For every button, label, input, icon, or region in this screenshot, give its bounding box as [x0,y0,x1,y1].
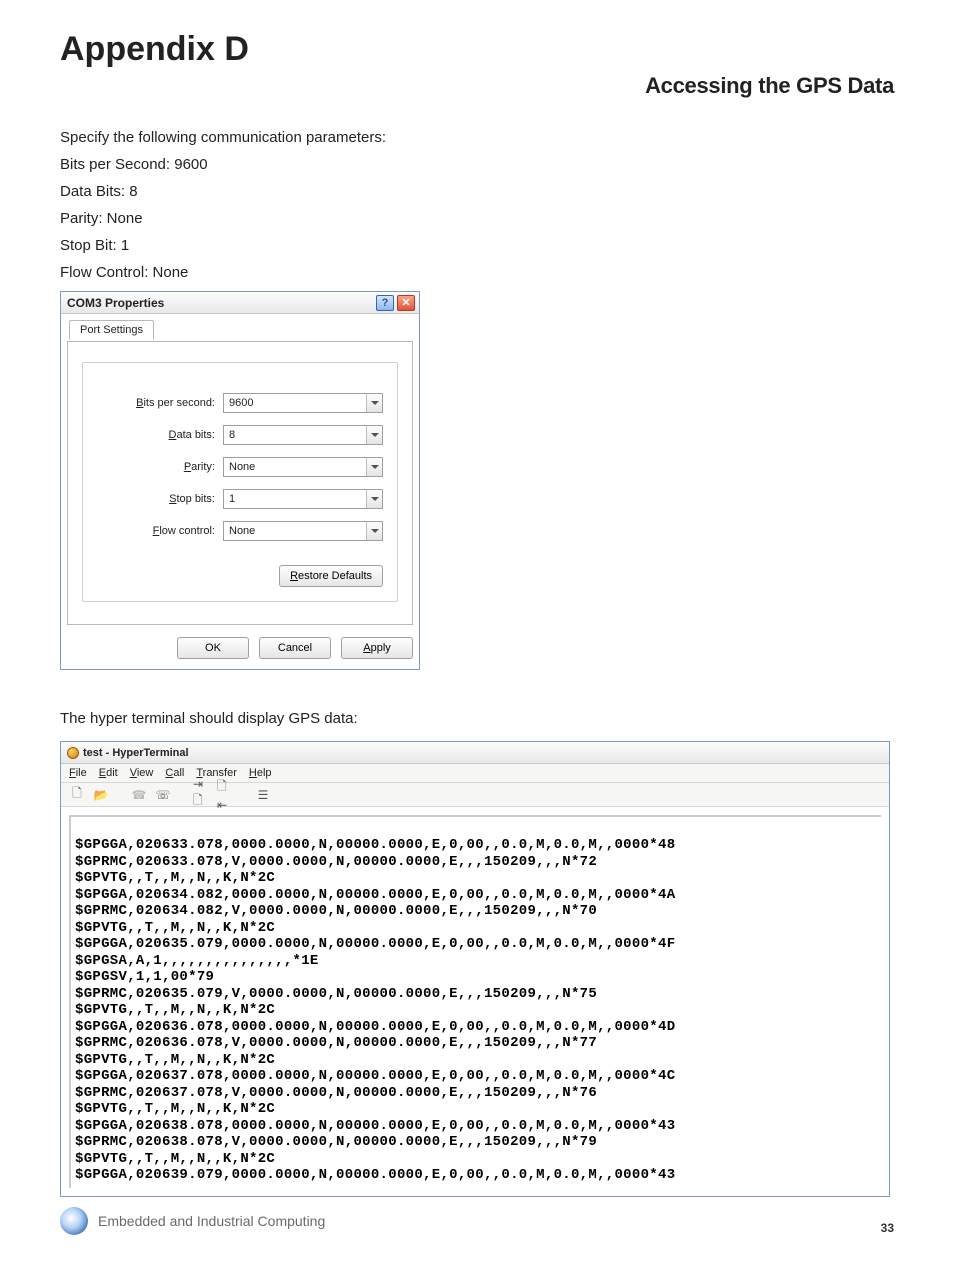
label-data-bits: Data bits: [169,429,215,441]
label-stop-bits: Stop bits: [169,493,215,505]
help-button[interactable]: ? [376,295,394,311]
stop-bits-value: 1 [224,493,366,505]
footer-text: Embedded and Industrial Computing [98,1213,325,1229]
terminal-output: $GPGGA,020633.078,0000.0000,N,00000.0000… [69,815,881,1188]
hyperterminal-icon [67,747,79,759]
close-button[interactable]: ✕ [397,295,415,311]
connect-icon[interactable]: ☎ [131,788,147,802]
page-title: Appendix D [60,30,894,69]
new-file-icon[interactable]: 🗋 [69,788,85,802]
chevron-down-icon [366,490,382,508]
dialog-title: COM3 Properties [65,296,164,310]
properties-icon[interactable]: ☰ [255,788,271,802]
footer-logo-icon [60,1207,88,1235]
ok-button[interactable]: OK [177,637,249,659]
page-footer: Embedded and Industrial Computing [60,1207,894,1235]
data-bits-select[interactable]: 8 [223,425,383,445]
page-number: 33 [881,1221,894,1235]
param-line: Parity: None [60,210,480,227]
stop-bits-select[interactable]: 1 [223,489,383,509]
apply-button[interactable]: Apply [341,637,413,659]
data-bits-value: 8 [224,429,366,441]
hyperterminal-title-bar: test - HyperTerminal [61,742,889,764]
bits-per-second-select[interactable]: 9600 [223,393,383,413]
param-line: Stop Bit: 1 [60,237,480,254]
intro-text: Specify the following communication para… [60,129,480,146]
chevron-down-icon [366,458,382,476]
com3-properties-dialog: COM3 Properties ? ✕ Port Settings Bits p… [60,291,420,670]
restore-defaults-button[interactable]: Restore Defaults [279,565,383,587]
label-flow-control: Flow control: [153,525,215,537]
page-subtitle: Accessing the GPS Data [60,73,894,99]
after-dialog-text: The hyper terminal should display GPS da… [60,710,480,727]
open-file-icon[interactable]: 📂 [93,788,109,802]
parity-value: None [224,461,366,473]
param-line: Bits per Second: 9600 [60,156,480,173]
menu-edit[interactable]: Edit [99,767,118,779]
menu-help[interactable]: Help [249,767,272,779]
menu-view[interactable]: View [130,767,154,779]
disconnect-icon[interactable]: ☏ [155,788,171,802]
menu-call[interactable]: Call [165,767,184,779]
dialog-title-bar: COM3 Properties ? ✕ [61,292,419,314]
send-icon[interactable]: ⇥🗋 [193,788,209,802]
flow-control-value: None [224,525,366,537]
chevron-down-icon [366,426,382,444]
chevron-down-icon [366,394,382,412]
bits-per-second-value: 9600 [224,397,366,409]
menu-file[interactable]: File [69,767,87,779]
chevron-down-icon [366,522,382,540]
cancel-button[interactable]: Cancel [259,637,331,659]
menu-bar: File Edit View Call Transfer Help [61,764,889,783]
label-parity: Parity: [184,461,215,473]
flow-control-select[interactable]: None [223,521,383,541]
param-line: Data Bits: 8 [60,183,480,200]
tab-port-settings[interactable]: Port Settings [69,320,154,340]
hyperterminal-title: test - HyperTerminal [83,747,189,759]
param-line: Flow Control: None [60,264,480,281]
label-bits-per-second: Bits per second: [136,397,215,409]
hyperterminal-window: test - HyperTerminal File Edit View Call… [60,741,890,1197]
parity-select[interactable]: None [223,457,383,477]
receive-icon[interactable]: 🗋⇤ [217,788,233,802]
hyperterminal-toolbar: 🗋 📂 ☎ ☏ ⇥🗋 🗋⇤ ☰ [61,783,889,807]
